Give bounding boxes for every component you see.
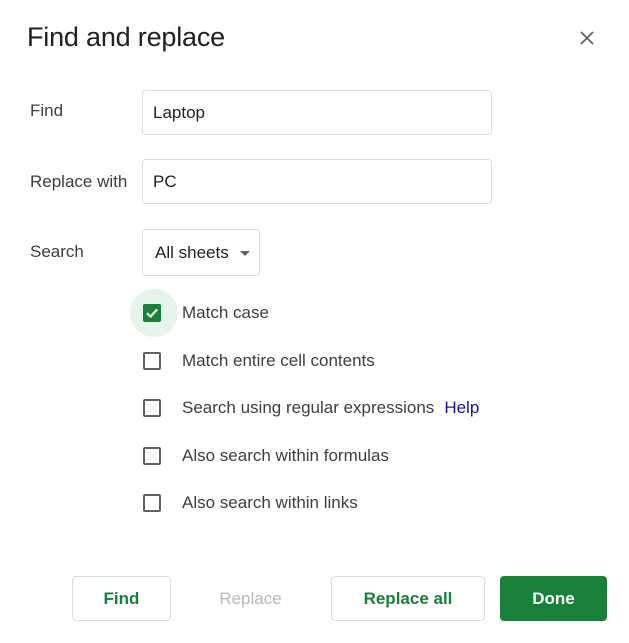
within-links-checkbox[interactable] [143,494,161,512]
match-case-checkbox[interactable] [143,304,161,322]
match-entire-cell-checkbox[interactable] [143,352,161,370]
find-replace-dialog: Find and replace Find Replace with Searc… [0,0,629,643]
find-input[interactable] [142,90,492,135]
option-match-entire-cell[interactable]: Match entire cell contents [143,349,375,373]
option-label: Match case [182,303,269,322]
search-label: Search [30,242,84,261]
regex-checkbox[interactable] [143,399,161,417]
option-label: Also search within links [182,493,358,512]
close-icon [580,31,594,45]
option-label: Search using regular expressions [182,398,435,417]
replace-button[interactable]: Replace [201,576,300,621]
checkmark-icon [146,308,159,319]
option-match-case[interactable]: Match case [143,301,269,325]
search-scope-value: All sheets [155,242,229,262]
chevron-down-icon [240,251,250,256]
find-button[interactable]: Find [72,576,171,621]
done-button[interactable]: Done [500,576,607,621]
option-label: Match entire cell contents [182,351,375,370]
dialog-title: Find and replace [27,22,225,52]
replace-all-button[interactable]: Replace all [331,576,485,621]
find-label: Find [30,101,64,120]
option-within-formulas[interactable]: Also search within formulas [143,444,389,468]
help-link[interactable]: Help [444,398,479,418]
within-formulas-checkbox[interactable] [143,447,161,465]
option-label: Also search within formulas [182,446,389,465]
search-scope-select[interactable]: All sheets [142,229,260,276]
option-within-links[interactable]: Also search within links [143,491,358,515]
option-regex[interactable]: Search using regular expressions Help [143,396,479,420]
close-button[interactable] [573,24,601,52]
replace-input[interactable] [142,159,492,204]
replace-label: Replace with [30,172,128,191]
